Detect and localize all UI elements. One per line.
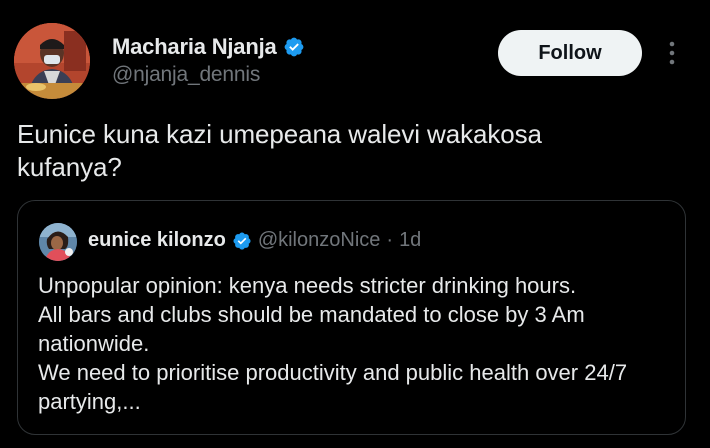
follow-button[interactable]: Follow: [498, 30, 642, 76]
tweet-text: Eunice kuna kazi umepeana walevi wakakos…: [17, 119, 542, 182]
quote-author-name[interactable]: eunice kilonzo: [88, 229, 226, 252]
verified-badge-icon: [283, 36, 305, 58]
avatar-image: [14, 23, 90, 99]
quote-author-handle[interactable]: @kilonzoNice: [258, 229, 381, 252]
quote-timestamp[interactable]: 1d: [399, 229, 421, 252]
author-name[interactable]: Macharia Njanja: [112, 34, 277, 60]
quote-header: eunice kilonzo @kilonzoNice · 1d: [88, 229, 421, 252]
author-block[interactable]: Macharia Njanja @njanja_dennis: [112, 33, 305, 87]
quoted-tweet[interactable]: eunice kilonzo @kilonzoNice · 1d Unpopul…: [17, 200, 686, 435]
quote-avatar-image: [39, 223, 77, 261]
verified-badge-icon: [232, 231, 252, 251]
quote-text: Unpopular opinion: kenya needs stricter …: [38, 273, 628, 414]
quote-author-avatar[interactable]: [39, 223, 77, 261]
author-handle[interactable]: @njanja_dennis: [112, 63, 305, 87]
quote-separator: ·: [386, 229, 394, 251]
tweet-card: Macharia Njanja @njanja_dennis Follow Eu…: [0, 0, 710, 448]
author-avatar[interactable]: [14, 23, 90, 99]
more-vertical-icon[interactable]: [662, 38, 682, 68]
